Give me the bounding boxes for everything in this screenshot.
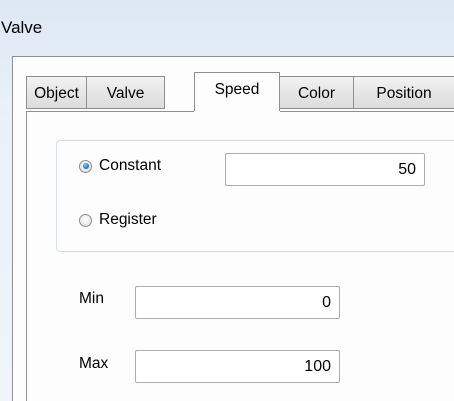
max-input[interactable]: 100 [135,350,340,383]
tab-position[interactable]: Position [353,76,454,109]
radio-unchecked-icon[interactable] [79,213,92,227]
radio-constant[interactable]: Constant [79,157,161,175]
tab-object[interactable]: Object [26,76,87,109]
valve-dialog: Valve Object Valve Speed Color Position … [0,0,454,401]
tab-valve[interactable]: Valve [86,76,165,109]
tab-speed[interactable]: Speed [194,72,280,112]
max-label: Max [79,355,109,372]
window-title: Valve [1,18,43,37]
tab-color[interactable]: Color [279,76,354,109]
radio-register[interactable]: Register [79,211,157,229]
min-label: Min [79,290,104,307]
constant-value-input[interactable]: 50 [225,153,425,186]
tab-divider-gap [194,111,280,112]
radio-checked-icon[interactable] [79,159,92,173]
radio-register-label: Register [99,211,157,228]
radio-constant-label: Constant [99,157,162,174]
min-input[interactable]: 0 [135,286,340,319]
